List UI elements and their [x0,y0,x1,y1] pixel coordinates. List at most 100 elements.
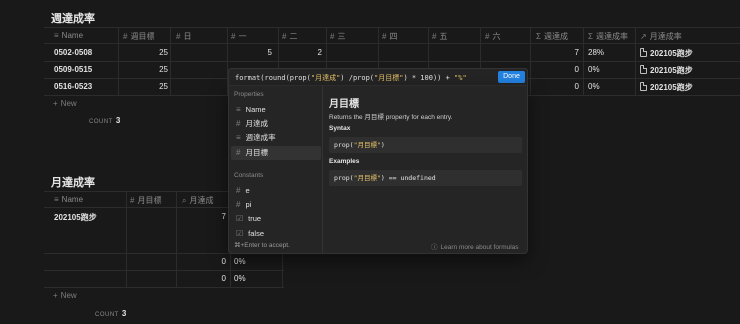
hash-icon: # [236,119,241,128]
row-goal[interactable]: 25 [120,65,168,74]
table1-header-col[interactable]: # 日 [176,31,191,42]
syntax-code: prop("月目標") [329,137,522,153]
formula-popup: Properties ≡ Name # 月達成 ≡ 週達成率 # 月目標 Constan… [228,86,528,254]
property-item-monthly-total[interactable]: # 月達成 [231,117,321,131]
property-item-weekly-rate[interactable]: ≡ 週達成率 [231,131,321,145]
table1-title: 週達成率 [51,13,95,25]
table1-header-col[interactable]: # 五 [432,31,447,42]
formula-expression[interactable]: format(round(prop("月達成") /prop("月目標") * … [235,73,467,83]
table2-title: 月達成率 [51,177,95,189]
sigma-icon: Σ [536,32,541,41]
table1-header-col[interactable]: Σ 週達成率 [588,31,628,42]
row-total: 0 [221,274,226,283]
row-rate: 0% [234,257,246,266]
table2-new-row-button[interactable]: + New [53,291,77,300]
row-total: 0 [574,65,579,74]
constants-section-label: Constants [234,172,264,179]
table2-row-border [44,287,284,288]
row-rate: 0% [588,65,600,74]
hash-icon: # [130,196,135,205]
table1-header-col[interactable]: # 週目標 [123,31,154,42]
constant-item-true[interactable]: ☑ true [231,212,321,226]
table1-count: COUNT 3 [89,116,121,125]
hash-icon: # [236,148,241,157]
row-total: 7 [574,48,579,57]
row-total: 0 [221,257,226,266]
row-month-relation[interactable]: 202105跑步 [640,48,693,59]
property-item-monthly-goal[interactable]: # 月目標 [231,146,321,160]
table2-row-border [44,270,284,271]
table1-header-col[interactable]: Σ 週達成 [536,31,568,42]
example-code: prop("月目標") == undefined [329,170,522,186]
table1-new-row-button[interactable]: + New [53,99,77,108]
row-goal[interactable]: 25 [120,82,168,91]
done-button[interactable]: Done [498,71,525,83]
hash-icon: # [176,32,181,41]
hash-icon: # [485,32,490,41]
hash-icon: # [123,32,128,41]
formula-input[interactable]: format(round(prop("月達成") /prop("月目標") * … [228,68,528,86]
row-month-relation[interactable]: 202105跑步 [640,82,693,93]
table2-column-border [126,191,127,287]
property-item-name[interactable]: ≡ Name [231,103,321,117]
constant-item-e[interactable]: # e [231,184,321,198]
constant-item-false[interactable]: ☑ false [231,227,321,241]
table2-count: COUNT 3 [95,309,127,318]
table1-header-col[interactable]: # 三 [330,31,345,42]
table1-header-col[interactable]: # 四 [382,31,397,42]
search-icon: ⌕ [182,196,187,205]
hash-icon: # [236,186,241,195]
plus-icon: + [53,99,58,108]
table2-header-goal[interactable]: # 月目標 [130,195,161,206]
constant-item-pi[interactable]: # pi [231,198,321,212]
detail-title: 月目標 [329,99,359,110]
relation-arrow-icon: ↗ [640,32,647,41]
table1-header-col[interactable]: ≡ Name [54,31,83,40]
row-name[interactable]: 0502-0508 [54,48,92,57]
table2-column-border [176,191,177,287]
text-icon: ≡ [236,133,241,142]
page-icon [640,65,647,74]
page-icon [640,48,647,57]
hash-icon: # [236,200,241,209]
sigma-icon: Σ [588,32,593,41]
hash-icon: # [330,32,335,41]
hash-icon: # [282,32,287,41]
hash-icon: # [382,32,387,41]
table1-header-col[interactable]: # 六 [485,31,500,42]
hash-icon: # [432,32,437,41]
row-name[interactable]: 0516-0523 [54,82,92,91]
row-month-relation[interactable]: 202105跑步 [640,65,693,76]
table1-header-col[interactable]: # 二 [282,31,297,42]
table2-header-total[interactable]: ⌕ 月達成 [182,195,213,206]
text-icon: ≡ [54,31,59,40]
row-rate: 28% [588,48,605,57]
text-icon: ≡ [236,105,241,114]
formula-reference-list: Properties ≡ Name # 月達成 ≡ 週達成率 # 月目標 Constan… [229,86,323,254]
row-tue[interactable]: 2 [280,48,322,57]
text-icon: ≡ [54,195,59,204]
page-icon [640,82,647,91]
checkbox-icon: ☑ [236,214,244,223]
row-name[interactable]: 0509-0515 [54,65,92,74]
row-rate: 0% [588,82,600,91]
examples-label: Examples [329,158,360,165]
table1-header-col[interactable]: ↗ 月達成率 [640,31,682,42]
row-total: 7 [221,212,226,221]
properties-section-label: Properties [234,91,264,98]
accept-hint: ⌘+Enter to accept. [234,242,290,249]
learn-more-link[interactable]: ⓘ Learn more about formulas [431,241,519,251]
formula-detail-pane: 月目標 Returns the 月目標 property for each en… [324,86,528,254]
table2-header-name[interactable]: ≡ Name [54,195,83,204]
row-goal[interactable]: 25 [120,48,168,57]
row-rate: 0% [234,274,246,283]
detail-description: Returns the 月目標 property for each entry. [329,114,453,121]
table1-header-col[interactable]: # 一 [231,31,246,42]
hash-icon: # [231,32,236,41]
row-total: 0 [574,82,579,91]
table1-row-border [44,61,740,62]
row-name[interactable]: 202105跑步 [54,212,97,223]
row-mon[interactable]: 5 [232,48,272,57]
checkbox-icon: ☑ [236,229,244,238]
help-icon: ⓘ [431,244,438,251]
